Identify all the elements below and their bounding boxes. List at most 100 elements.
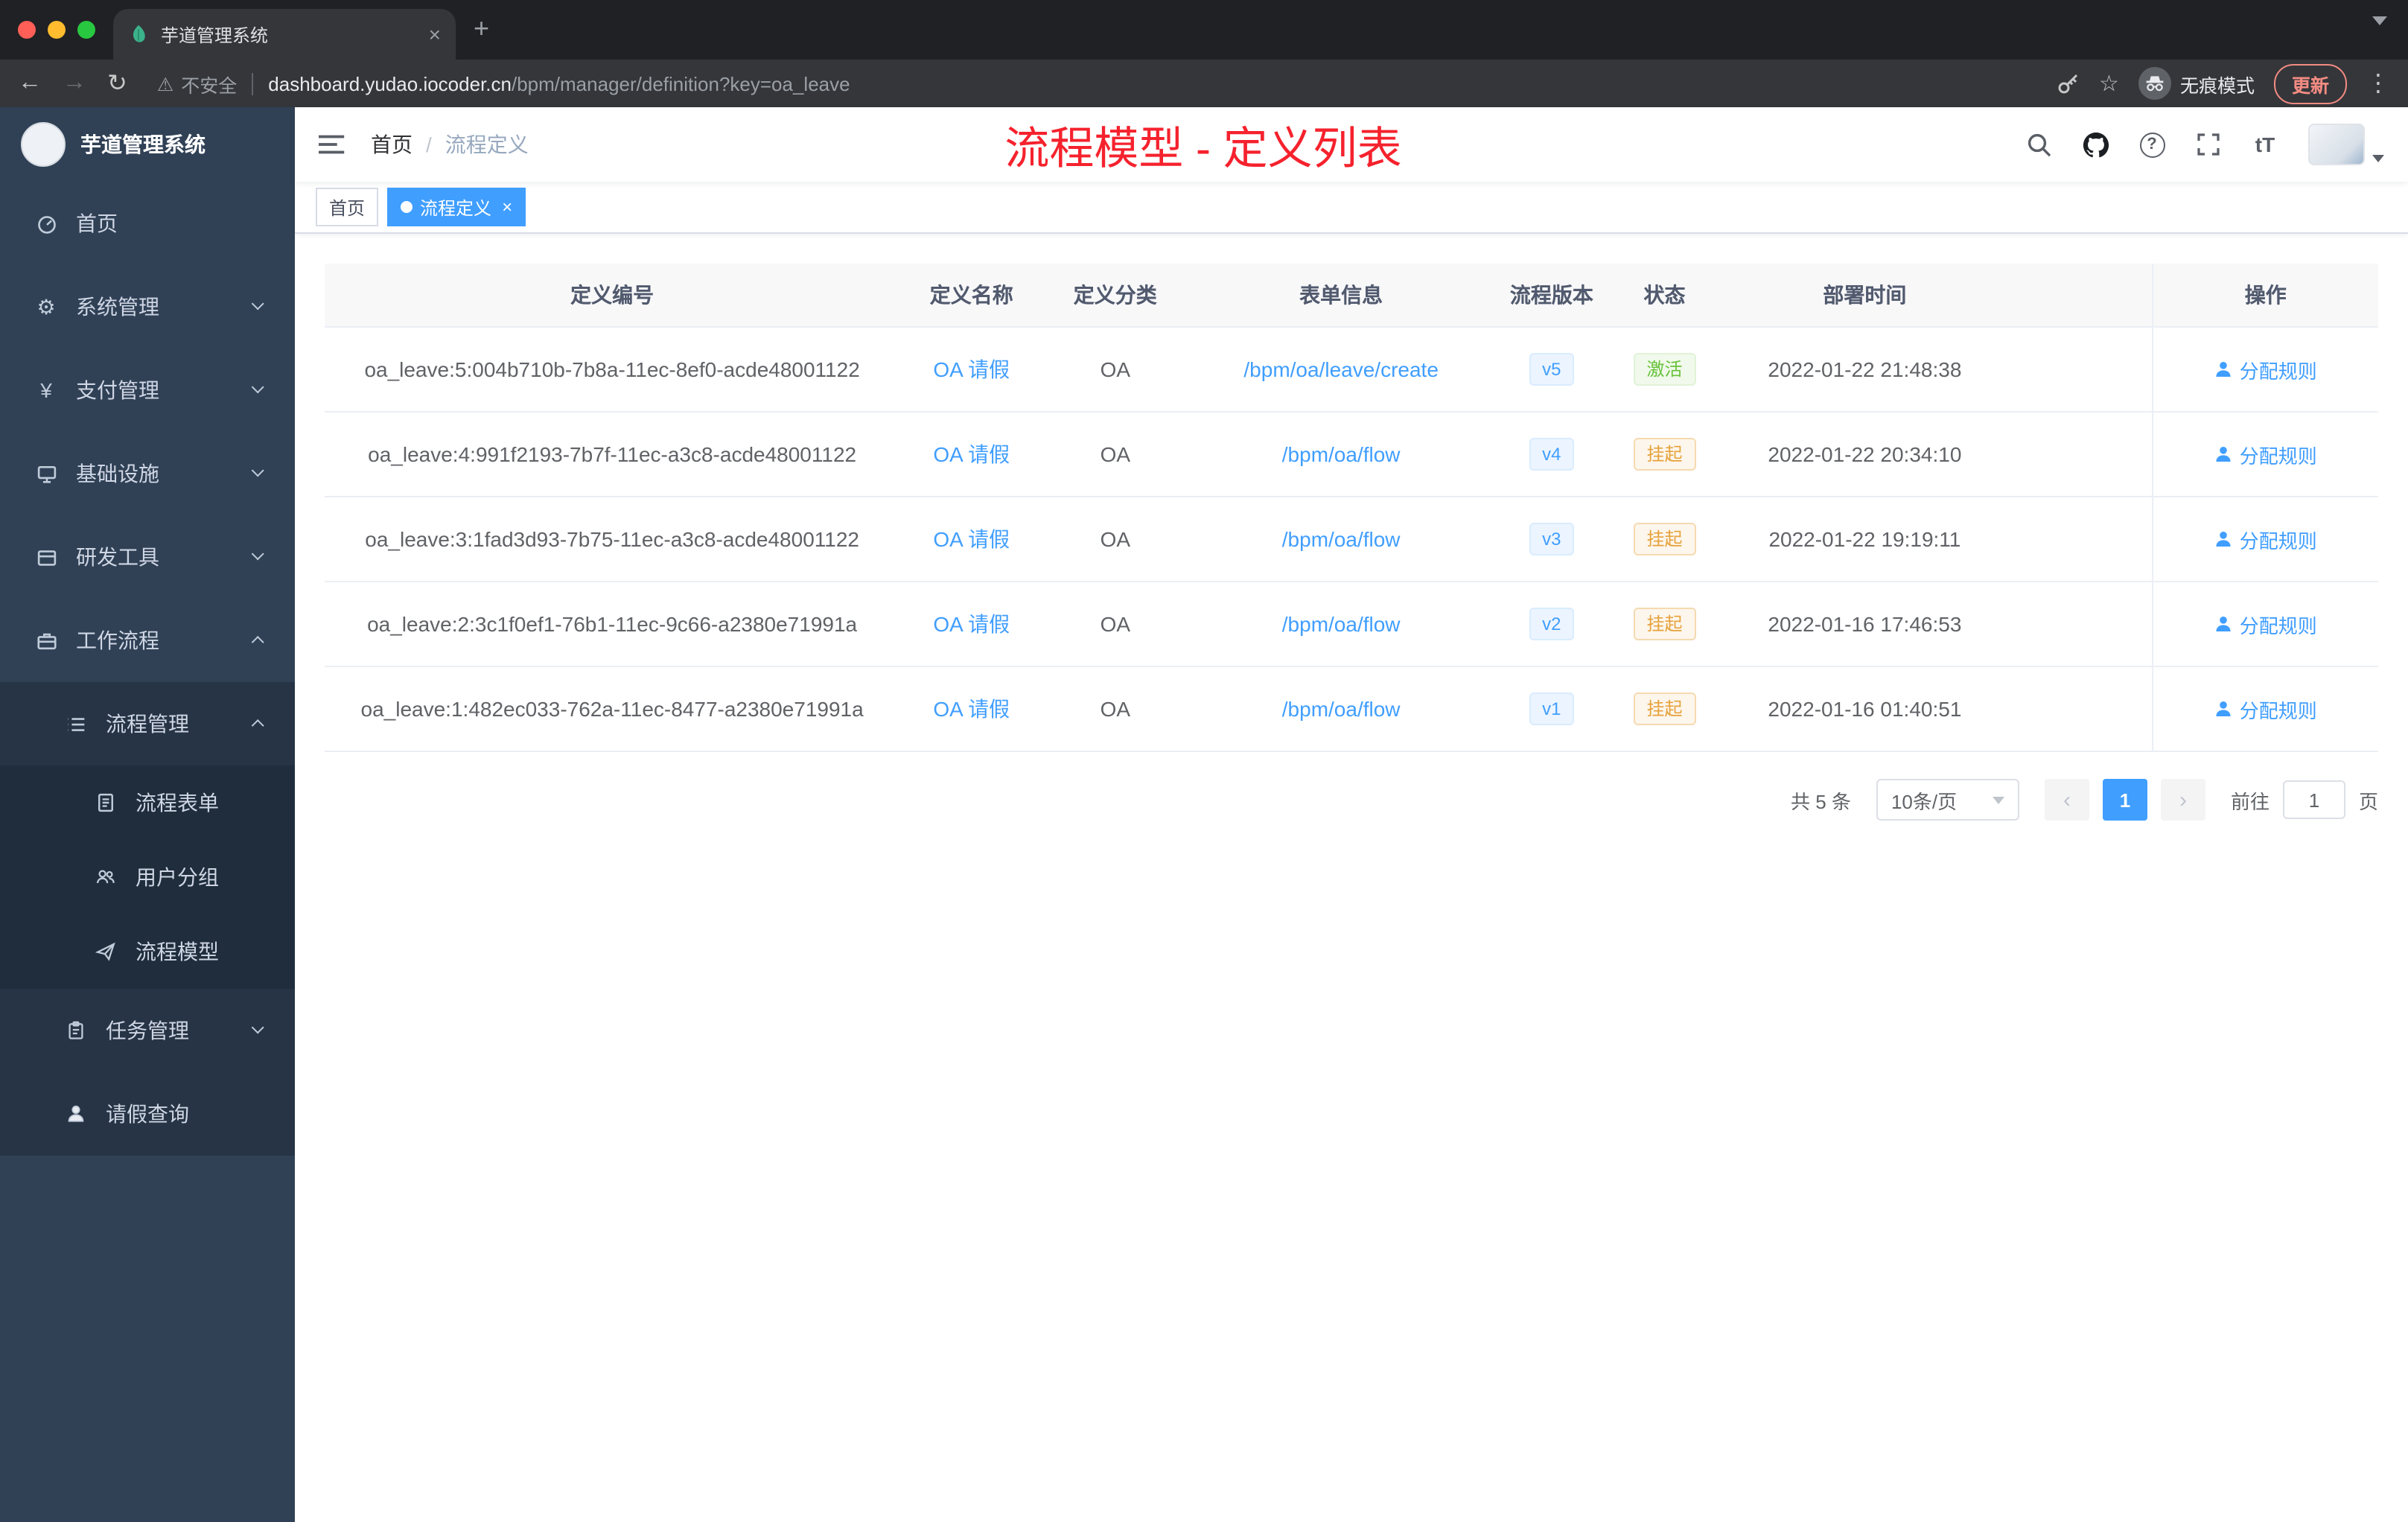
cell-spacer xyxy=(2008,497,2153,582)
user-icon xyxy=(2216,362,2231,377)
cell-category: OA xyxy=(1043,412,1188,497)
tab-title: 芋道管理系统 xyxy=(161,25,269,45)
new-tab-button[interactable]: + xyxy=(474,15,489,42)
table-row: oa_leave:2:3c1f0ef1-76b1-11ec-9c66-a2380… xyxy=(325,582,2378,667)
prev-page-button[interactable]: ‹ xyxy=(2044,779,2089,821)
form-link[interactable]: /bpm/oa/flow xyxy=(1282,527,1401,551)
definition-name-link[interactable]: OA 请假 xyxy=(933,527,1010,551)
sidebar-item-leave-query[interactable]: 请假查询 xyxy=(0,1072,295,1156)
assign-rule-link[interactable]: 分配规则 xyxy=(2214,695,2317,723)
user-menu[interactable] xyxy=(2308,124,2384,165)
assign-rule-link[interactable]: 分配规则 xyxy=(2214,610,2317,638)
sidebar-item-devtools[interactable]: 研发工具 xyxy=(0,515,295,599)
security-warning-icon: ⚠ xyxy=(156,74,174,95)
tag-close-icon[interactable]: × xyxy=(502,197,512,217)
github-icon[interactable] xyxy=(2076,122,2115,167)
top-navbar: 首页 / 流程定义 流程模型 - 定义列表 ? tT xyxy=(295,107,2408,182)
tag-process-definition[interactable]: 流程定义 × xyxy=(387,188,526,226)
screen: 芋道管理系统 × + ← → ↻ ⚠ 不安全 dashboard.yudao.i… xyxy=(0,0,2408,1522)
definition-name-link[interactable]: OA 请假 xyxy=(933,442,1010,466)
reload-icon[interactable]: ↻ xyxy=(107,69,127,98)
chevron-up-icon xyxy=(251,636,264,649)
process-management-submenu: 流程表单 用户分组 流程模型 xyxy=(0,765,295,989)
caret-down-icon xyxy=(2372,155,2384,162)
font-size-icon[interactable]: tT xyxy=(2246,122,2284,167)
brand-title: 芋道管理系统 xyxy=(80,133,206,156)
form-link[interactable]: /bpm/oa/flow xyxy=(1282,442,1401,466)
cell-id: oa_leave:1:482ec033-762a-11ec-8477-a2380… xyxy=(325,666,900,752)
form-link[interactable]: /bpm/oa/leave/create xyxy=(1243,357,1439,381)
col-spacer xyxy=(2008,264,2153,328)
definition-name-link[interactable]: OA 请假 xyxy=(933,357,1010,381)
fullscreen-icon[interactable] xyxy=(2189,122,2228,167)
brand: 芋道管理系统 xyxy=(0,107,295,182)
browser-tabstrip: 芋道管理系统 × + xyxy=(0,0,2408,60)
chrome-update-button[interactable]: 更新 xyxy=(2273,63,2347,104)
user-icon xyxy=(2216,617,2231,631)
sidebar-item-home[interactable]: 首页 xyxy=(0,182,295,265)
incognito-indicator: 无痕模式 xyxy=(2138,67,2255,100)
form-link[interactable]: /bpm/oa/flow xyxy=(1282,612,1401,636)
status-badge: 挂起 xyxy=(1633,438,1696,471)
address-bar[interactable]: ⚠ 不安全 dashboard.yudao.iocoder.cn/bpm/man… xyxy=(157,69,2041,98)
incognito-icon xyxy=(2146,76,2164,92)
tag-home[interactable]: 首页 xyxy=(316,188,379,226)
status-badge: 挂起 xyxy=(1633,608,1696,640)
forward-icon[interactable]: → xyxy=(63,70,86,97)
page-number-1[interactable]: 1 xyxy=(2102,779,2147,821)
gear-icon: ⚙ xyxy=(36,294,56,318)
monitor-icon xyxy=(33,462,60,485)
definition-name-link[interactable]: OA 请假 xyxy=(933,697,1010,721)
next-page-button[interactable]: › xyxy=(2160,779,2205,821)
sidebar-item-process-form[interactable]: 流程表单 xyxy=(0,765,295,840)
window-minimize-button[interactable] xyxy=(48,21,66,39)
sidebar-item-system[interactable]: ⚙ 系统管理 xyxy=(0,265,295,348)
cell-spacer xyxy=(2008,582,2153,667)
url-path: /bpm/manager/definition?key=oa_leave xyxy=(512,72,850,95)
cell-id: oa_leave:5:004b710b-7b8a-11ec-8ef0-acde4… xyxy=(325,327,900,413)
clipboard-icon xyxy=(63,1020,89,1041)
form-link[interactable]: /bpm/oa/flow xyxy=(1282,697,1401,721)
chevron-down-icon xyxy=(251,298,264,311)
site-favicon xyxy=(133,25,145,42)
cell-category: OA xyxy=(1043,666,1188,752)
sidebar-item-task-management[interactable]: 任务管理 xyxy=(0,989,295,1072)
bookmark-star-icon[interactable]: ☆ xyxy=(2099,70,2119,97)
page-size-select[interactable]: 10条/页 xyxy=(1876,779,2019,821)
search-icon[interactable] xyxy=(2019,122,2058,167)
help-icon[interactable]: ? xyxy=(2133,122,2171,167)
browser-menu-icon[interactable]: ⋮ xyxy=(2366,69,2390,98)
hamburger-icon[interactable] xyxy=(295,133,371,156)
sidebar-item-infra[interactable]: 基础设施 xyxy=(0,432,295,515)
assign-rule-link[interactable]: 分配规则 xyxy=(2214,525,2317,553)
cell-deploy-time: 2022-01-16 01:40:51 xyxy=(1721,666,2009,752)
table-header-row: 定义编号 定义名称 定义分类 表单信息 流程版本 状态 部署时间 操作 xyxy=(325,264,2378,328)
window-close-button[interactable] xyxy=(18,21,36,39)
col-deploy-time: 部署时间 xyxy=(1721,264,2009,328)
page-content: 定义编号 定义名称 定义分类 表单信息 流程版本 状态 部署时间 操作 oa_l… xyxy=(295,234,2408,1522)
definition-name-link[interactable]: OA 请假 xyxy=(933,612,1010,636)
tab-search-chevron-icon[interactable] xyxy=(2372,16,2387,52)
goto-page-input[interactable] xyxy=(2282,780,2345,819)
breadcrumb-home[interactable]: 首页 xyxy=(371,130,413,159)
cell-deploy-time: 2022-01-22 21:48:38 xyxy=(1721,327,2009,413)
back-icon[interactable]: ← xyxy=(18,70,42,97)
sidebar-item-payment[interactable]: ¥ 支付管理 xyxy=(0,348,295,432)
col-status: 状态 xyxy=(1608,264,1721,328)
dashboard-icon xyxy=(33,212,60,235)
table-row: oa_leave:4:991f2193-7b7f-11ec-a3c8-acde4… xyxy=(325,412,2378,497)
assign-rule-link[interactable]: 分配规则 xyxy=(2214,355,2317,383)
status-badge: 挂起 xyxy=(1633,523,1696,555)
password-key-icon[interactable] xyxy=(2056,71,2080,95)
assign-rule-link[interactable]: 分配规则 xyxy=(2214,440,2317,468)
tab-close-icon[interactable]: × xyxy=(429,22,441,46)
sidebar: 芋道管理系统 首页 ⚙ 系统管理 ¥ 支付管理 基础设施 研发工具 工作流程 流… xyxy=(0,107,295,1522)
sidebar-item-user-group[interactable]: 用户分组 xyxy=(0,840,295,914)
sidebar-item-process-management[interactable]: 流程管理 xyxy=(0,682,295,765)
total-count: 共 5 条 xyxy=(1791,790,1851,812)
sidebar-item-process-model[interactable]: 流程模型 xyxy=(0,914,295,989)
status-badge: 挂起 xyxy=(1633,692,1696,725)
window-zoom-button[interactable] xyxy=(77,21,95,39)
browser-tab[interactable]: 芋道管理系统 × xyxy=(113,9,456,60)
sidebar-item-workflow[interactable]: 工作流程 xyxy=(0,599,295,682)
